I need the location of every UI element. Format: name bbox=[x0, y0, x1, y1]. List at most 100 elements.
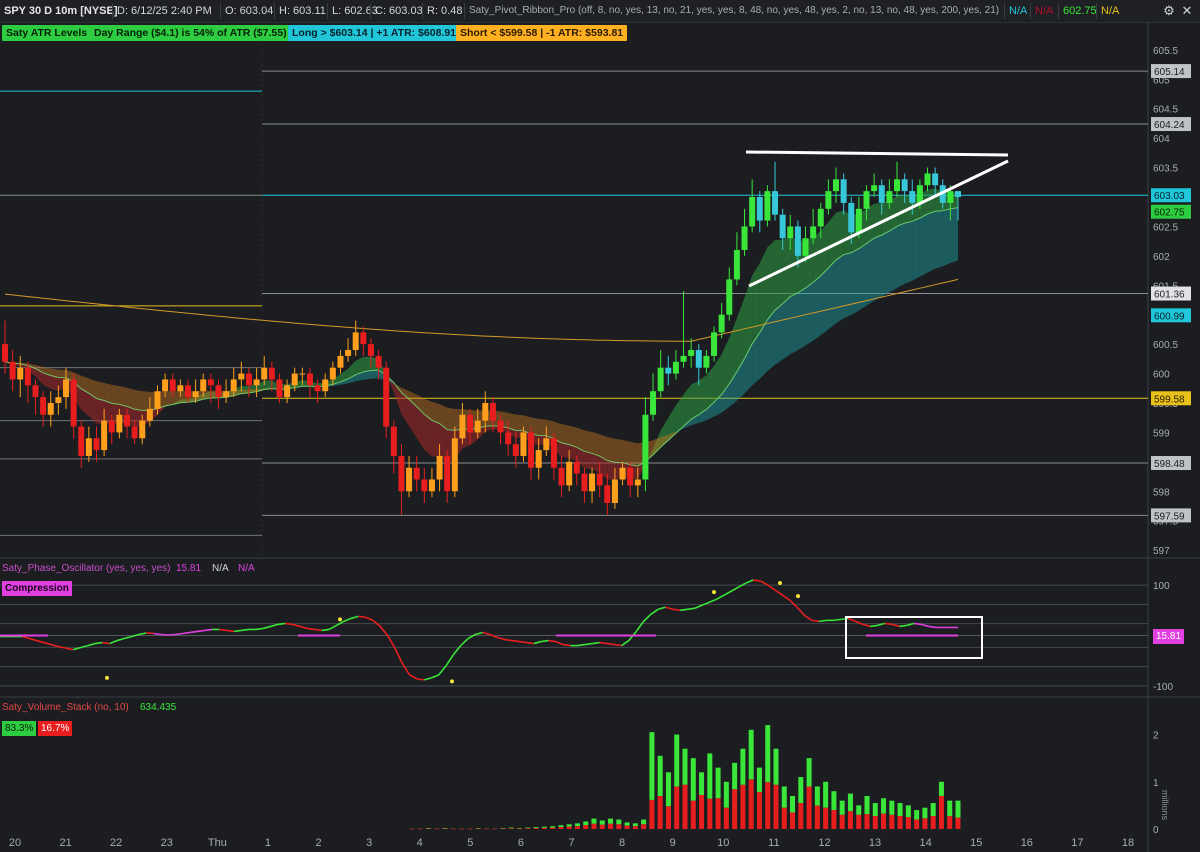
volume-sell-bar bbox=[699, 794, 705, 829]
ribbon-slow-band bbox=[58, 369, 66, 378]
ribbon-slow-band bbox=[142, 391, 150, 411]
volume-sell-bar bbox=[541, 827, 547, 829]
volume-buy-bar bbox=[872, 803, 878, 817]
ribbon-slow-band bbox=[935, 210, 943, 269]
candle-body bbox=[772, 191, 779, 215]
candle-body bbox=[2, 344, 8, 362]
oscillator-line-segment bbox=[833, 618, 842, 622]
volume-buy-bar bbox=[574, 823, 580, 827]
oscillator-line-segment bbox=[760, 580, 769, 586]
candle-body bbox=[139, 420, 146, 439]
volume-sell-bar bbox=[632, 826, 638, 829]
ribbon-slow-band bbox=[538, 418, 547, 436]
volume-buy-bar bbox=[690, 758, 696, 801]
oscillator-line-segment bbox=[891, 623, 900, 628]
triangle-top-line bbox=[745, 150, 1009, 157]
candle-body bbox=[337, 355, 344, 368]
candle-body bbox=[787, 226, 794, 239]
oscillator-line-segment bbox=[562, 643, 571, 647]
ribbon-slow-band bbox=[447, 407, 455, 431]
ribbon-fast-band bbox=[866, 203, 875, 244]
volume-buy-bar bbox=[922, 807, 928, 819]
oscillator-line-segment bbox=[548, 639, 556, 643]
ribbon-fast-band bbox=[759, 247, 768, 333]
candle-body bbox=[764, 191, 771, 221]
volume-sell-bar bbox=[442, 828, 448, 830]
volume-sell-bar bbox=[889, 814, 895, 829]
candle-body bbox=[253, 379, 260, 386]
candlestick-series bbox=[2, 161, 961, 515]
volume-buy-bar bbox=[541, 826, 547, 828]
oscillator-line-segment bbox=[379, 625, 389, 637]
volume-sell-bar bbox=[533, 828, 539, 829]
oscillator-line-segment bbox=[102, 641, 110, 645]
oscillator-line-segment bbox=[921, 623, 929, 628]
candle-body bbox=[70, 379, 77, 427]
oscillator-line-segment bbox=[928, 625, 937, 629]
candle-body bbox=[566, 461, 573, 486]
volume-buy-bar bbox=[773, 748, 779, 785]
volume-sell-bar bbox=[790, 812, 796, 829]
candle-body bbox=[650, 391, 657, 415]
volume-buy-bar bbox=[790, 795, 796, 813]
volume-buy-bar bbox=[599, 820, 605, 825]
sell-percent-badge: 16.7% bbox=[38, 721, 73, 736]
oscillator-line-segment bbox=[255, 627, 264, 631]
ribbon-fast-band bbox=[96, 398, 105, 424]
oscillator-line-segment bbox=[870, 624, 878, 628]
candle-body bbox=[177, 385, 184, 392]
price-tick-label: 602.5 bbox=[1153, 222, 1178, 233]
time-tick-label: 6 bbox=[518, 837, 524, 849]
volume-sell-bar bbox=[723, 807, 729, 829]
candle-body bbox=[245, 373, 252, 386]
oscillator-line-segment bbox=[409, 674, 418, 680]
oscillator-tick-label: 100 bbox=[1153, 581, 1170, 592]
ribbon-slow-band bbox=[889, 226, 898, 293]
volume-sell-bar bbox=[566, 826, 572, 829]
candle-body bbox=[284, 385, 291, 398]
volume-buy-bar bbox=[632, 823, 638, 827]
candle-body bbox=[78, 426, 85, 456]
candle-body bbox=[611, 479, 618, 504]
candle-body bbox=[802, 238, 809, 256]
candle-body bbox=[223, 391, 230, 398]
volume-buy-bar bbox=[657, 755, 663, 797]
volume-sell-bar bbox=[798, 803, 804, 829]
volume-buy-bar bbox=[831, 791, 837, 811]
oscillator-line-segment bbox=[263, 625, 271, 630]
candle-body bbox=[695, 350, 702, 368]
price-tick-label: 597 bbox=[1153, 546, 1170, 557]
candle-body bbox=[184, 385, 191, 398]
candle-body bbox=[345, 350, 352, 356]
oscillator-line-segment bbox=[131, 633, 140, 638]
volume-sell-bar bbox=[649, 799, 655, 829]
volume-sell-bar bbox=[823, 807, 829, 829]
price-badge-text: 603.03 bbox=[1154, 191, 1185, 202]
time-tick-label: 7 bbox=[568, 837, 574, 849]
candle-body bbox=[47, 402, 54, 415]
time-tick-label: 23 bbox=[161, 837, 173, 849]
oscillator-line-segment bbox=[343, 617, 352, 623]
volume-sell-bar bbox=[641, 824, 647, 829]
candle-body bbox=[871, 185, 878, 192]
oscillator-line-segment bbox=[416, 678, 425, 681]
price-chart[interactable]: 605.5605604.5604603.5603602.5602601.5601… bbox=[0, 0, 1200, 852]
ribbon-fast-band bbox=[752, 263, 760, 344]
oscillator-line-segment bbox=[36, 639, 45, 644]
candle-body bbox=[482, 402, 489, 421]
volume-sell-bar bbox=[426, 828, 432, 830]
ribbon-fast-band bbox=[775, 239, 783, 311]
volume-sell-bar bbox=[897, 816, 903, 829]
oscillator-line-segment bbox=[190, 630, 198, 634]
price-tick-label: 600 bbox=[1153, 370, 1170, 381]
volume-buy-bar bbox=[608, 818, 614, 824]
ribbon-slow-band bbox=[790, 292, 798, 355]
candle-body bbox=[711, 332, 718, 356]
ribbon-slow-band bbox=[912, 217, 920, 281]
candle-body bbox=[101, 420, 108, 451]
volume-buy-bar bbox=[740, 748, 746, 785]
candle-body bbox=[718, 314, 725, 333]
volume-sell-bar bbox=[434, 828, 440, 830]
ribbon-slow-band bbox=[607, 437, 615, 463]
candle-body bbox=[375, 355, 382, 368]
